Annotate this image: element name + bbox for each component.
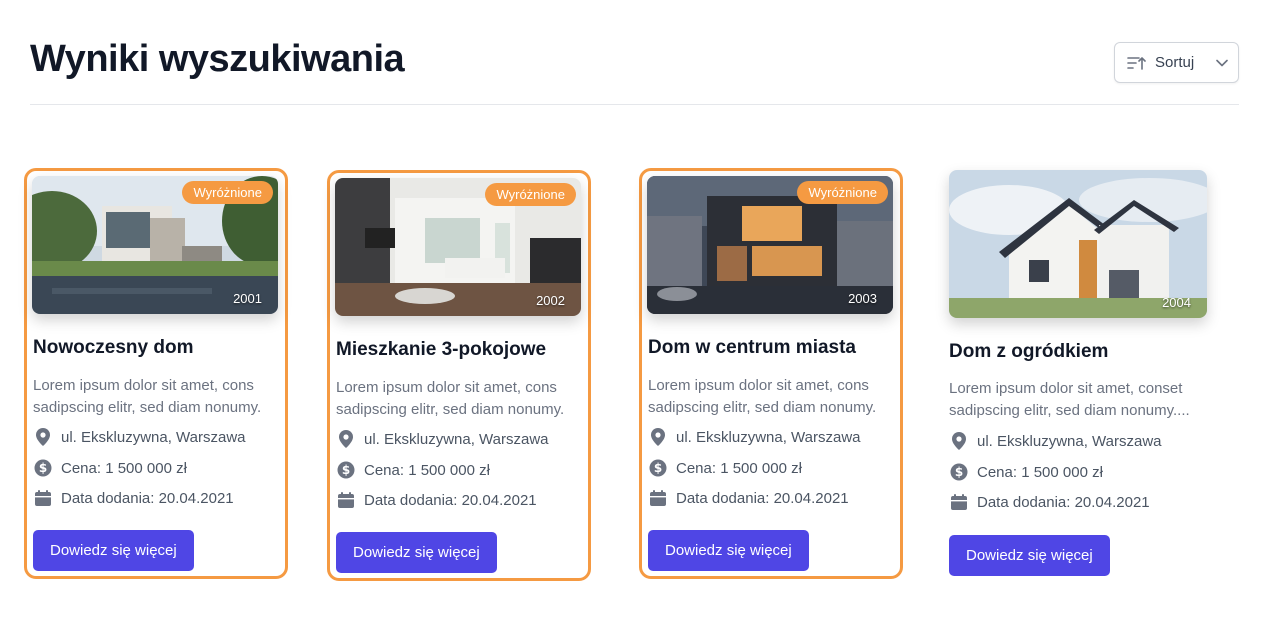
image-number: 2002 bbox=[536, 293, 565, 308]
card-description: Lorem ipsum dolor sit amet, conset sadip… bbox=[949, 380, 1190, 419]
date-row: Data dodania: 20.04.2021 bbox=[648, 488, 849, 508]
address-text: ul. Ekskluzywna, Warszawa bbox=[977, 432, 1162, 450]
page-title: Wyniki wyszukiwania bbox=[30, 38, 405, 80]
price-row: $ Cena: 1 500 000 zł bbox=[33, 458, 187, 478]
sort-icon bbox=[1127, 55, 1147, 71]
price-text: Cena: 1 500 000 zł bbox=[977, 463, 1103, 481]
property-image: Wyróżnione 2001 bbox=[32, 176, 278, 314]
header-divider bbox=[30, 104, 1239, 105]
property-image: 2004 bbox=[949, 170, 1207, 318]
card-description: Lorem ipsum dolor sit amet, cons sadipsc… bbox=[648, 377, 877, 416]
learn-more-button[interactable]: Dowiedz się więcej bbox=[33, 530, 194, 571]
learn-more-button[interactable]: Dowiedz się więcej bbox=[949, 535, 1110, 576]
date-row: Data dodania: 20.04.2021 bbox=[336, 490, 537, 510]
card-title: Dom w centrum miasta bbox=[648, 337, 856, 358]
address-row: ul. Ekskluzywna, Warszawa bbox=[33, 427, 246, 447]
svg-text:$: $ bbox=[955, 465, 963, 479]
address-text: ul. Ekskluzywna, Warszawa bbox=[61, 428, 246, 446]
price-row: $ Cena: 1 500 000 zł bbox=[648, 458, 802, 478]
address-text: ul. Ekskluzywna, Warszawa bbox=[364, 430, 549, 448]
image-number: 2004 bbox=[1162, 295, 1191, 310]
image-number: 2003 bbox=[848, 291, 877, 306]
property-card: Wyróżnione 2002 Mieszkanie 3-pokojowe Lo… bbox=[327, 170, 591, 581]
property-card: Wyróżnione 2001 Nowoczesny dom Lorem ips… bbox=[24, 168, 288, 579]
address-text: ul. Ekskluzywna, Warszawa bbox=[676, 428, 861, 446]
property-image: Wyróżnione 2003 bbox=[647, 176, 893, 314]
date-row: Data dodania: 20.04.2021 bbox=[33, 488, 234, 508]
dollar-icon: $ bbox=[648, 458, 668, 478]
price-text: Cena: 1 500 000 zł bbox=[364, 461, 490, 479]
date-text: Data dodania: 20.04.2021 bbox=[977, 493, 1150, 511]
svg-text:$: $ bbox=[39, 461, 47, 475]
chevron-down-icon bbox=[1216, 59, 1228, 67]
card-title: Nowoczesny dom bbox=[33, 337, 194, 358]
address-row: ul. Ekskluzywna, Warszawa bbox=[336, 429, 549, 449]
svg-text:$: $ bbox=[654, 461, 662, 475]
date-row: Data dodania: 20.04.2021 bbox=[949, 492, 1150, 512]
svg-text:$: $ bbox=[342, 463, 350, 477]
address-row: ul. Ekskluzywna, Warszawa bbox=[949, 431, 1162, 451]
calendar-icon bbox=[648, 488, 668, 508]
image-number: 2001 bbox=[233, 291, 262, 306]
sort-label: Sortuj bbox=[1155, 54, 1195, 71]
card-title: Dom z ogródkiem bbox=[949, 341, 1109, 362]
featured-badge: Wyróżnione bbox=[797, 181, 888, 204]
card-title: Mieszkanie 3-pokojowe bbox=[336, 339, 547, 360]
date-text: Data dodania: 20.04.2021 bbox=[676, 489, 849, 507]
learn-more-button[interactable]: Dowiedz się więcej bbox=[336, 532, 497, 573]
property-card: 2004 Dom z ogródkiem Lorem ipsum dolor s… bbox=[943, 165, 1207, 585]
location-pin-icon bbox=[648, 427, 668, 447]
card-description: Lorem ipsum dolor sit amet, cons sadipsc… bbox=[336, 379, 565, 418]
featured-badge: Wyróżnione bbox=[485, 183, 576, 206]
location-pin-icon bbox=[949, 431, 969, 451]
location-pin-icon bbox=[336, 429, 356, 449]
calendar-icon bbox=[336, 490, 356, 510]
sort-button[interactable]: Sortuj bbox=[1114, 42, 1239, 83]
card-description: Lorem ipsum dolor sit amet, cons sadipsc… bbox=[33, 377, 262, 416]
learn-more-button[interactable]: Dowiedz się więcej bbox=[648, 530, 809, 571]
featured-badge: Wyróżnione bbox=[182, 181, 273, 204]
dollar-icon: $ bbox=[949, 462, 969, 482]
property-image: Wyróżnione 2002 bbox=[335, 178, 581, 316]
date-text: Data dodania: 20.04.2021 bbox=[364, 491, 537, 509]
price-text: Cena: 1 500 000 zł bbox=[61, 459, 187, 477]
dollar-icon: $ bbox=[336, 460, 356, 480]
location-pin-icon bbox=[33, 427, 53, 447]
calendar-icon bbox=[949, 492, 969, 512]
address-row: ul. Ekskluzywna, Warszawa bbox=[648, 427, 861, 447]
calendar-icon bbox=[33, 488, 53, 508]
date-text: Data dodania: 20.04.2021 bbox=[61, 489, 234, 507]
price-row: $ Cena: 1 500 000 zł bbox=[336, 460, 490, 480]
dollar-icon: $ bbox=[33, 458, 53, 478]
price-row: $ Cena: 1 500 000 zł bbox=[949, 462, 1103, 482]
price-text: Cena: 1 500 000 zł bbox=[676, 459, 802, 477]
property-card: Wyróżnione 2003 Dom w centrum miasta Lor… bbox=[639, 168, 903, 579]
